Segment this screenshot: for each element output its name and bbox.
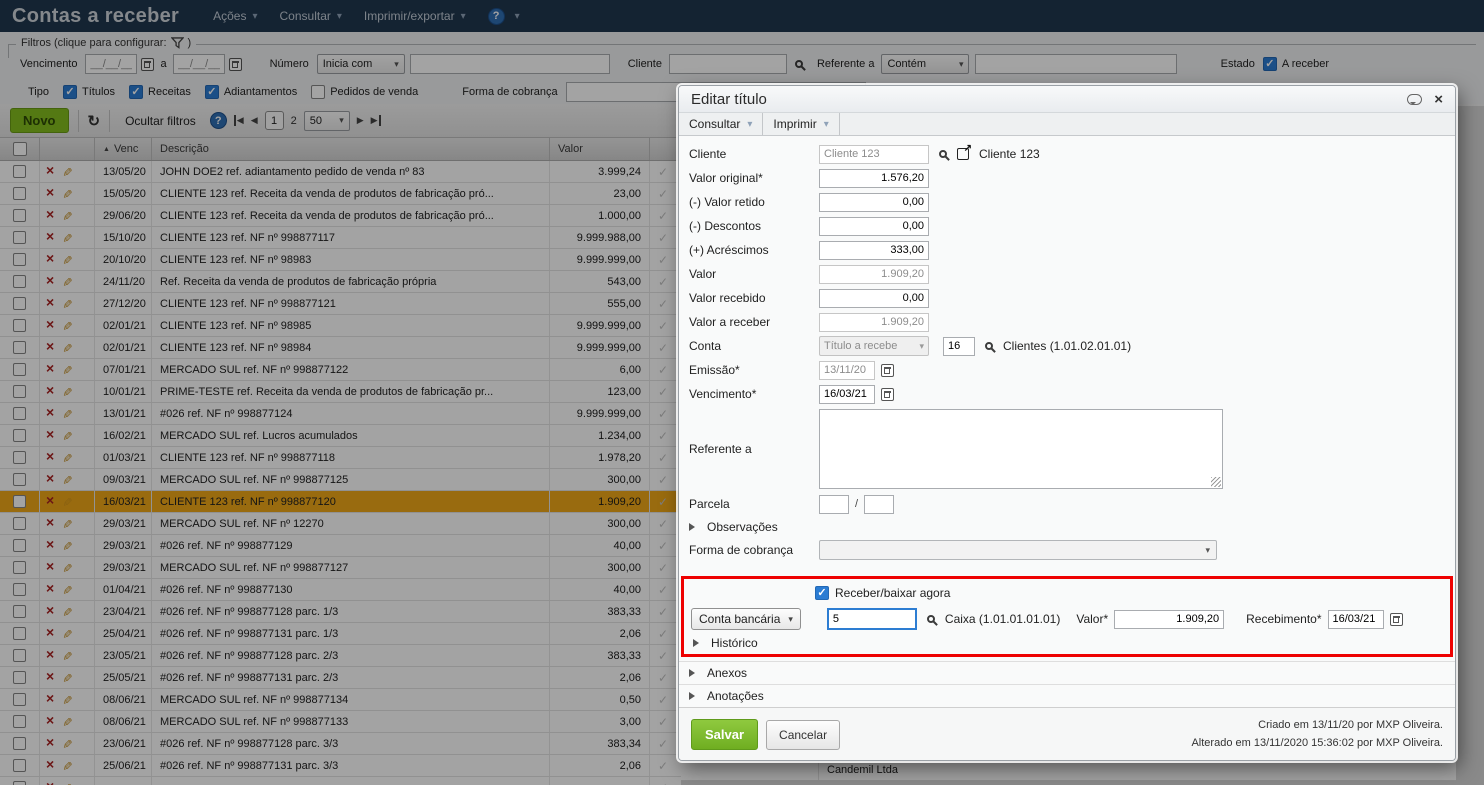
- modal-menu-imprimir[interactable]: Imprimir: [763, 113, 840, 135]
- expand-triangle-icon: [689, 689, 701, 703]
- receber-baixar-checkbox[interactable]: [815, 586, 829, 600]
- expand-triangle-icon: [689, 520, 701, 534]
- descontos-input[interactable]: [819, 216, 929, 236]
- calendar-icon[interactable]: [881, 387, 894, 401]
- valor-input: [819, 264, 929, 284]
- field-forma-cobranca: Forma de cobrança: [679, 538, 1455, 562]
- parcela-total-input[interactable]: [864, 494, 895, 514]
- modal-title: Editar título: [691, 90, 767, 108]
- edit-title-modal: Editar título Consultar Imprimir Cliente…: [678, 85, 1456, 761]
- field-conta: Conta Título a recebe Clientes (1.01.02.…: [679, 334, 1455, 358]
- vencimento-input[interactable]: [819, 384, 875, 404]
- modal-footer: Salvar Cancelar Criado em 13/11/20 por M…: [679, 707, 1455, 760]
- receber-valor-label: Valor*: [1076, 612, 1109, 626]
- conta-bancaria-descricao: Caixa (1.01.01.01.01): [944, 612, 1061, 626]
- historico-section[interactable]: Histórico: [691, 632, 1443, 654]
- field-valor-original: Valor original*: [679, 166, 1455, 190]
- observacoes-section[interactable]: Observações: [679, 516, 1455, 538]
- salvar-button[interactable]: Salvar: [691, 719, 759, 751]
- search-icon[interactable]: [939, 150, 947, 158]
- anexos-section[interactable]: Anexos: [679, 661, 1455, 684]
- field-valor-a-receber: Valor a receber: [679, 310, 1455, 334]
- modal-body: Cliente Cliente 123 Valor original* (-) …: [679, 136, 1455, 760]
- field-valor: Valor: [679, 262, 1455, 286]
- valor-recebido-input[interactable]: [819, 288, 929, 308]
- app-window: Contas a receber Ações Consultar Imprimi…: [0, 0, 1484, 785]
- field-vencimento: Vencimento*: [679, 382, 1455, 406]
- recebimento-label: Recebimento*: [1246, 612, 1322, 626]
- modal-menu-consultar[interactable]: Consultar: [679, 113, 764, 135]
- resize-handle-icon[interactable]: [1211, 477, 1221, 487]
- conta-descricao: Clientes (1.01.02.01.01): [1003, 339, 1132, 353]
- calendar-icon[interactable]: [1389, 612, 1403, 626]
- forma-cobranca-select[interactable]: [819, 540, 1217, 560]
- field-cliente: Cliente Cliente 123: [679, 142, 1455, 166]
- field-emissao: Emissão*: [679, 358, 1455, 382]
- alterado-text: Alterado em 13/11/2020 15:36:02 por MXP …: [1191, 736, 1443, 749]
- cliente-link-text[interactable]: Cliente 123: [979, 147, 1040, 161]
- receber-section-annotation: Receber/baixar agora Conta bancária Caix…: [681, 576, 1453, 657]
- expand-triangle-icon: [689, 666, 701, 680]
- valor-a-receber-input: [819, 312, 929, 332]
- parcela-num-input[interactable]: [819, 494, 849, 514]
- modal-titlebar: Editar título: [679, 86, 1455, 113]
- cliente-input[interactable]: [819, 144, 929, 164]
- valor-original-input[interactable]: [819, 168, 929, 188]
- modal-menu-bar: Consultar Imprimir: [679, 113, 1455, 136]
- receber-checkbox-row: Receber/baixar agora: [815, 583, 1443, 603]
- receber-valor-input[interactable]: [1114, 609, 1225, 629]
- anotacoes-section[interactable]: Anotações: [679, 684, 1455, 707]
- field-parcela: Parcela /: [679, 492, 1455, 516]
- conta-bancaria-select[interactable]: Conta bancária: [691, 608, 801, 630]
- recebimento-input[interactable]: [1327, 609, 1384, 629]
- search-icon[interactable]: [926, 615, 935, 623]
- emissao-input[interactable]: [819, 360, 875, 380]
- audit-info: Criado em 13/11/20 por MXP Oliveira. Alt…: [1191, 717, 1443, 752]
- search-icon[interactable]: [985, 342, 993, 350]
- conta-numero-input[interactable]: [943, 336, 975, 356]
- field-acrescimos: (+) Acréscimos: [679, 238, 1455, 262]
- calendar-icon[interactable]: [881, 363, 894, 377]
- field-valor-retido: (-) Valor retido: [679, 190, 1455, 214]
- conta-bancaria-numero-input[interactable]: [826, 608, 917, 630]
- field-valor-recebido: Valor recebido: [679, 286, 1455, 310]
- field-referente: Referente a: [679, 406, 1455, 492]
- referente-textarea[interactable]: [819, 409, 1223, 489]
- field-descontos: (-) Descontos: [679, 214, 1455, 238]
- receber-controls-row: Conta bancária Caixa (1.01.01.01.01) Val…: [691, 606, 1443, 632]
- conta-tipo-select: Título a recebe: [819, 336, 929, 356]
- acrescimos-input[interactable]: [819, 240, 929, 260]
- parcela-separator: /: [855, 498, 859, 510]
- expand-triangle-icon: [693, 636, 705, 650]
- criado-text: Criado em 13/11/20 por MXP Oliveira.: [1258, 719, 1443, 731]
- comment-bubble-icon[interactable]: [1407, 93, 1423, 105]
- open-record-icon[interactable]: [957, 143, 972, 160]
- cancelar-button[interactable]: Cancelar: [766, 719, 841, 750]
- modal-title-icons: [1407, 91, 1443, 108]
- valor-retido-input[interactable]: [819, 192, 929, 212]
- close-icon[interactable]: [1434, 91, 1443, 108]
- receber-baixar-label: Receber/baixar agora: [835, 586, 951, 600]
